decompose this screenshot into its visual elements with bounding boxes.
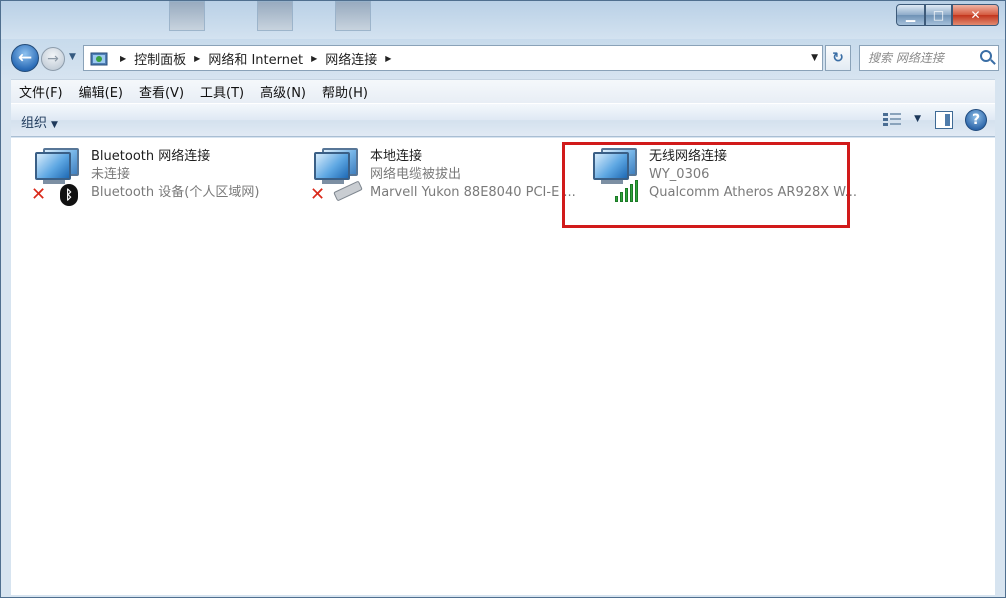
connection-name: 本地连接 — [370, 149, 423, 164]
window-controls: ▁ □ ✕ — [896, 4, 999, 26]
menu-file[interactable]: 文件(F) — [11, 82, 71, 101]
connection-item-local[interactable]: ✕ 本地连接 网络电缆被拔出 Marvell Yukon 88E8040 PCI… — [300, 146, 576, 206]
search-input[interactable] — [868, 51, 978, 65]
chevron-right-icon[interactable]: ▶ — [194, 54, 200, 63]
connection-status: 网络电缆被拔出 — [370, 167, 462, 182]
address-history-dropdown[interactable]: ▼ — [811, 53, 818, 63]
search-icon[interactable] — [980, 50, 992, 62]
refresh-button[interactable]: ↻ — [825, 45, 851, 71]
breadcrumb-control-panel[interactable]: 控制面板 — [134, 49, 186, 68]
maximize-button[interactable]: □ — [925, 4, 952, 26]
arrow-right-icon: → — [47, 51, 59, 67]
network-adapter-icon: ✕ ᛒ — [29, 148, 85, 206]
disconnected-x-icon: ✕ — [31, 184, 47, 205]
breadcrumb-network-connections[interactable]: 网络连接 — [325, 49, 377, 68]
preview-pane-button[interactable] — [935, 111, 953, 129]
connection-device: Bluetooth 设备(个人区域网) — [91, 185, 260, 200]
navigation-bar: ← → ▼ ▶ 控制面板 ▶ 网络和 Internet ▶ 网络连接 ▶ ▼ ↻ — [9, 43, 999, 73]
address-bar[interactable]: ▶ 控制面板 ▶ 网络和 Internet ▶ 网络连接 ▶ ▼ — [83, 45, 823, 71]
chevron-right-icon[interactable]: ▶ — [385, 54, 391, 63]
back-button[interactable]: ← — [11, 44, 39, 72]
menu-advanced[interactable]: 高级(N) — [252, 82, 314, 101]
view-options-dropdown[interactable]: ▼ — [914, 114, 921, 124]
arrow-left-icon: ← — [17, 48, 33, 68]
control-panel-icon — [90, 50, 108, 66]
chevron-down-icon: ▼ — [51, 120, 58, 130]
menu-bar: 文件(F) 编辑(E) 查看(V) 工具(T) 高级(N) 帮助(H) — [11, 79, 995, 103]
organize-button[interactable]: 组织 ▼ — [21, 112, 58, 131]
refresh-icon: ↻ — [832, 50, 844, 66]
chevron-right-icon[interactable]: ▶ — [120, 54, 126, 63]
connections-list: ✕ ᛒ Bluetooth 网络连接 未连接 Bluetooth 设备(个人区域… — [11, 138, 995, 595]
forward-button[interactable]: → — [41, 47, 65, 71]
bluetooth-icon: ᛒ — [60, 184, 78, 206]
recent-pages-dropdown[interactable]: ▼ — [69, 52, 76, 62]
command-bar: 组织 ▼ ▼ ? — [11, 103, 995, 137]
connection-device: Marvell Yukon 88E8040 PCI-E ... — [370, 185, 576, 200]
chevron-right-icon[interactable]: ▶ — [311, 54, 317, 63]
menu-edit[interactable]: 编辑(E) — [71, 82, 131, 101]
organize-label: 组织 — [21, 116, 48, 131]
connection-item-bluetooth[interactable]: ✕ ᛒ Bluetooth 网络连接 未连接 Bluetooth 设备(个人区域… — [21, 146, 291, 206]
disconnected-x-icon: ✕ — [310, 184, 326, 205]
close-button[interactable]: ✕ — [952, 4, 999, 26]
search-box[interactable] — [859, 45, 999, 71]
breadcrumb-network-internet[interactable]: 网络和 Internet — [208, 49, 303, 68]
help-icon: ? — [971, 112, 981, 128]
view-details-icon — [883, 113, 888, 116]
menu-help[interactable]: 帮助(H) — [314, 82, 376, 101]
explorer-window: ▁ □ ✕ ← → ▼ ▶ 控制面板 ▶ 网络和 Internet ▶ 网络连接… — [0, 0, 1006, 598]
connection-status: 未连接 — [91, 167, 131, 182]
minimize-button[interactable]: ▁ — [896, 4, 925, 26]
help-button[interactable]: ? — [965, 109, 987, 131]
background-thumbnail — [169, 1, 205, 31]
change-view-button[interactable] — [883, 112, 903, 128]
background-thumbnail — [257, 1, 293, 31]
background-thumbnail — [335, 1, 371, 31]
menu-tools[interactable]: 工具(T) — [192, 82, 252, 101]
connection-name: Bluetooth 网络连接 — [91, 149, 211, 164]
annotation-highlight-box — [562, 142, 850, 228]
title-bar[interactable]: ▁ □ ✕ — [1, 1, 1005, 39]
menu-view[interactable]: 查看(V) — [131, 82, 192, 101]
network-adapter-icon: ✕ — [308, 148, 364, 204]
